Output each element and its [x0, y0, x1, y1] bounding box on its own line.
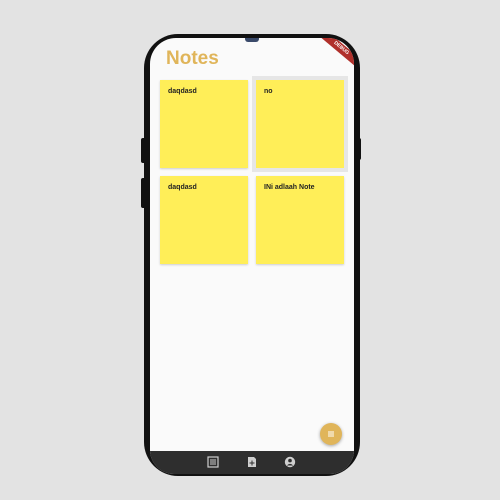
app-screen: DEBUG Notes daqdasd no daqdasd INi adlaa…	[150, 38, 354, 474]
note-card[interactable]: daqdasd	[160, 176, 248, 264]
note-text: daqdasd	[168, 184, 197, 191]
note-text: INi adlaah Note	[264, 184, 315, 191]
page-title: Notes	[166, 48, 219, 69]
menu-fab-button[interactable]	[320, 423, 342, 445]
account-icon[interactable]	[284, 456, 296, 468]
list-icon[interactable]	[207, 456, 219, 468]
camera-notch	[245, 38, 259, 42]
note-card[interactable]: INi adlaah Note	[256, 176, 344, 264]
bottom-nav-bar	[150, 451, 354, 474]
note-text: daqdasd	[168, 88, 197, 95]
note-text: no	[264, 88, 273, 95]
note-card[interactable]: daqdasd	[160, 80, 248, 168]
note-card[interactable]: no	[252, 76, 348, 172]
menu-icon	[328, 431, 334, 437]
add-document-icon[interactable]	[246, 456, 258, 468]
